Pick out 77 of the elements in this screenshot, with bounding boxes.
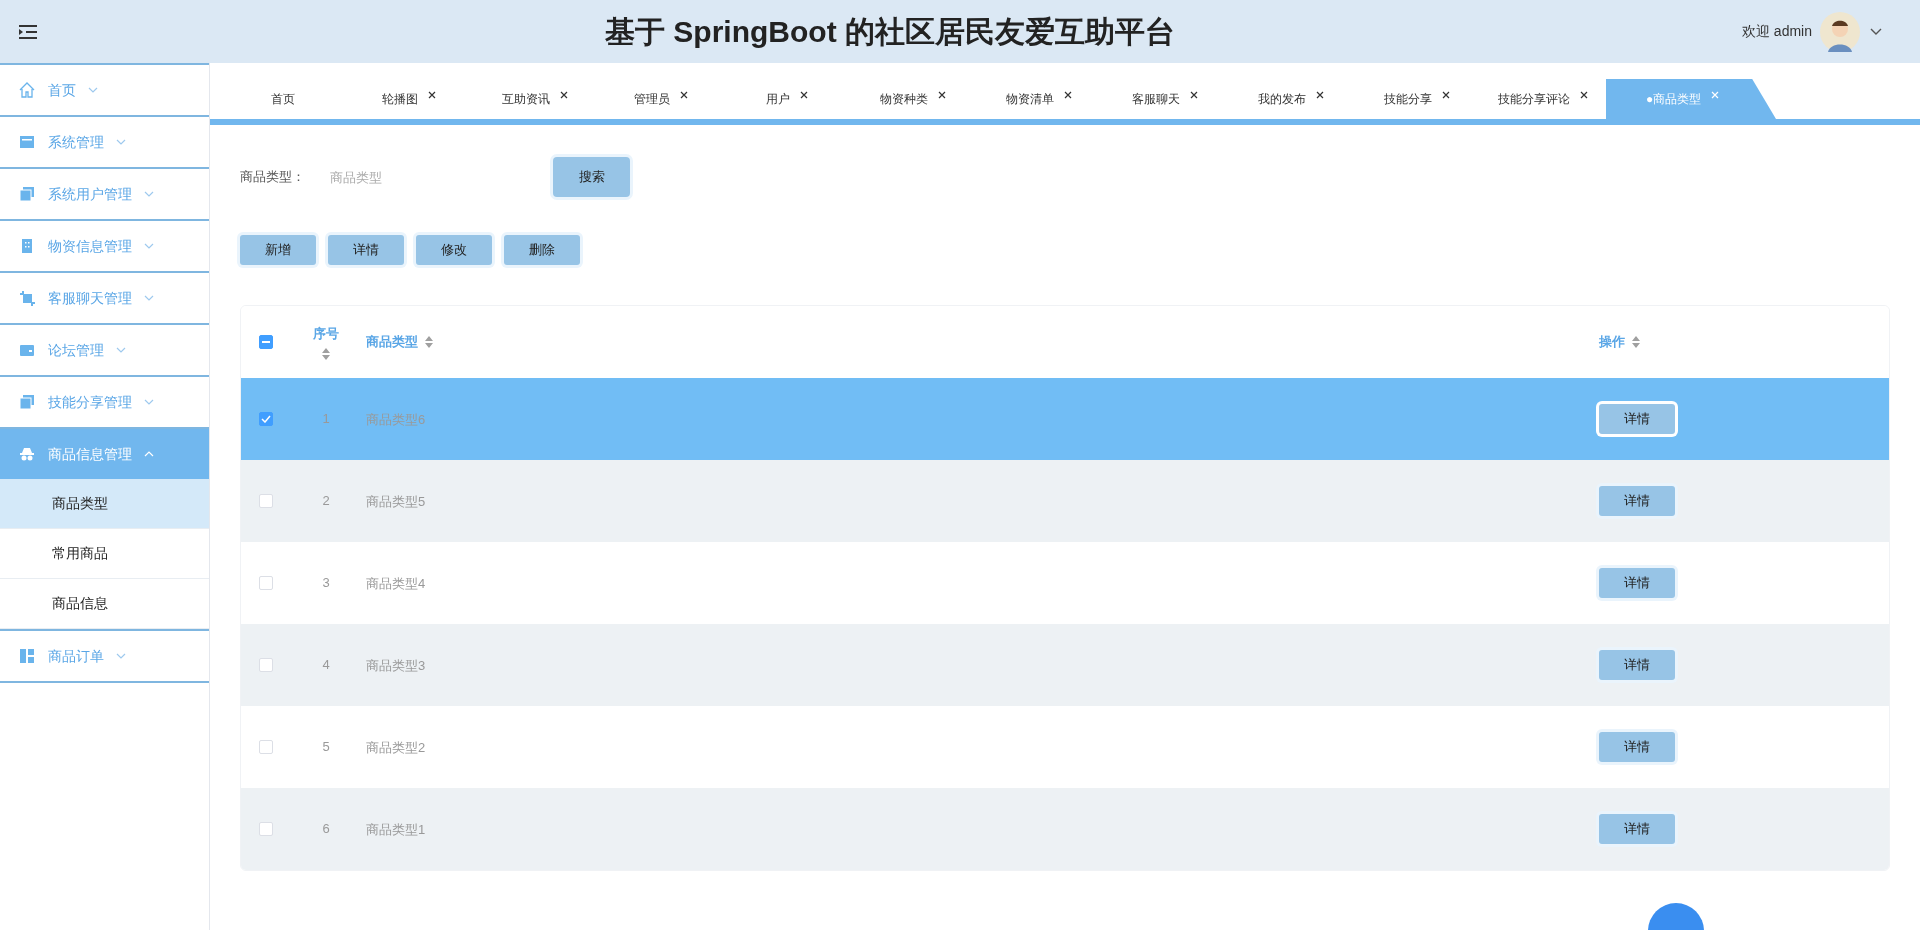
table-cell-text: 6 (322, 820, 330, 839)
welcome-text: 欢迎 admin (1741, 22, 1812, 41)
sort-icon[interactable] (321, 347, 331, 360)
close-icon[interactable] (1442, 91, 1450, 99)
details-button[interactable]: 详情 (1599, 650, 1675, 680)
chevron-icon (116, 139, 126, 145)
table-row[interactable]: 2 商品类型5 详情 (241, 460, 1889, 542)
chevron-icon (116, 347, 126, 353)
details-button[interactable]: 详情 (1599, 486, 1675, 516)
details-button[interactable]: 详情 (1599, 568, 1675, 598)
sort-icon[interactable] (1631, 336, 1641, 348)
table-cell-text: 2 (322, 492, 330, 511)
chevron-icon (144, 451, 154, 457)
menu-item-icon (18, 393, 36, 411)
menu-item-icon (18, 185, 36, 203)
table-cell: 商品类型2 (366, 740, 426, 755)
search-button[interactable]: 搜索 (553, 157, 630, 197)
chevron-icon (88, 87, 98, 93)
menu-icon[interactable] (18, 23, 38, 40)
sort-icon[interactable] (424, 336, 434, 348)
tab[interactable]: 管理员 (598, 79, 724, 119)
close-icon[interactable] (1580, 91, 1588, 99)
close-icon[interactable] (938, 91, 946, 99)
search-field[interactable]: 商品类型 (330, 159, 530, 195)
table-cell-text: 3 (322, 574, 330, 593)
table-cell: 商品类型3 (366, 658, 426, 673)
close-icon[interactable] (800, 91, 808, 99)
avatar[interactable] (1820, 11, 1860, 52)
menu-item-icon (18, 133, 36, 151)
table-cell: 商品类型5 (366, 494, 426, 509)
action-button[interactable]: 修改 (416, 235, 492, 265)
table-cell-text: 1 (322, 410, 330, 429)
chevron-icon (144, 295, 154, 301)
action-button[interactable]: 删除 (504, 235, 580, 265)
details-button[interactable]: 详情 (1599, 814, 1675, 844)
chevron-icon[interactable] (1870, 27, 1882, 36)
table-cell-text: 5 (322, 738, 330, 757)
table-row[interactable]: 6 商品类型1 详情 (241, 788, 1889, 870)
details-button[interactable]: 详情 (1599, 732, 1675, 762)
close-icon[interactable] (1190, 91, 1198, 99)
close-icon[interactable] (428, 91, 436, 99)
close-icon[interactable] (1316, 91, 1324, 99)
chevron-icon (144, 191, 154, 197)
table-cell: 商品类型1 (366, 822, 426, 837)
close-icon[interactable] (560, 91, 568, 99)
tab[interactable]: 互助资讯 (472, 79, 598, 119)
tab[interactable]: 技能分享 (1354, 79, 1480, 119)
chevron-icon (144, 243, 154, 249)
tab[interactable]: 物资种类 (850, 79, 976, 119)
menu-item-icon (18, 647, 36, 665)
details-button[interactable]: 详情 (1599, 404, 1675, 434)
table-row[interactable]: 4 商品类型3 详情 (241, 624, 1889, 706)
home-icon (18, 81, 36, 99)
action-button[interactable]: 新增 (240, 235, 316, 265)
menu-item-icon (18, 445, 36, 463)
table-row[interactable]: 1 商品类型6 详情 (241, 378, 1889, 460)
app-title: 基于 SpringBoot 的社区居民友爱互助平台 (605, 14, 1175, 50)
tab[interactable]: 物资清单 (976, 79, 1102, 119)
close-icon[interactable] (680, 91, 688, 99)
tab[interactable]: 轮播图 (346, 79, 472, 119)
action-button[interactable]: 详情 (328, 235, 404, 265)
tab[interactable]: 我的发布 (1228, 79, 1354, 119)
close-icon[interactable] (1064, 91, 1072, 99)
tab[interactable]: 技能分享评论 (1480, 79, 1606, 119)
field-label: 商品类型： (240, 168, 306, 187)
chevron-icon (144, 399, 154, 405)
tab[interactable]: 用户 (724, 79, 850, 119)
menu-item-icon (18, 289, 36, 307)
table-cell-text: 4 (322, 656, 330, 675)
tab[interactable]: 首页 (220, 79, 346, 119)
table-cell: 商品类型6 (366, 412, 426, 427)
chevron-icon (116, 653, 126, 659)
submenu-item[interactable]: 商品类型 (0, 479, 209, 529)
checkbox[interactable] (259, 335, 273, 349)
table-cell: 商品类型4 (366, 576, 426, 591)
tab[interactable]: 客服聊天 (1102, 79, 1228, 119)
checkbox[interactable] (259, 412, 273, 426)
